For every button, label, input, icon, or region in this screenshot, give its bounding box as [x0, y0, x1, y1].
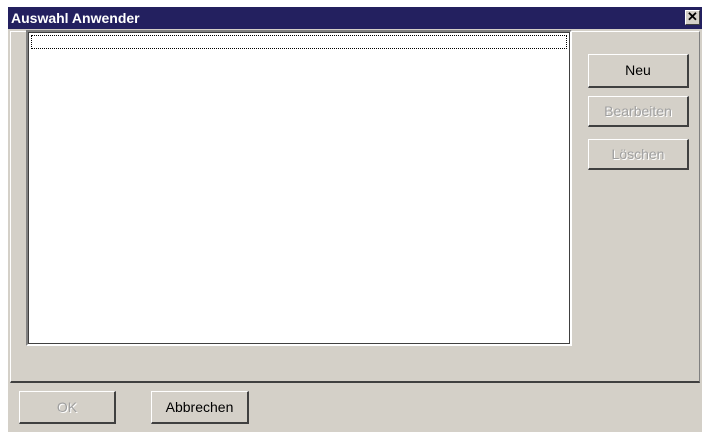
- close-icon[interactable]: ✕: [685, 10, 700, 25]
- close-glyph: ✕: [687, 9, 698, 24]
- cancel-button[interactable]: Abbrechen: [151, 391, 249, 424]
- new-button-label: Neu: [625, 62, 651, 78]
- new-button[interactable]: Neu: [588, 54, 689, 88]
- user-selection-dialog: Auswahl Anwender ✕ Neu Bearbeiten Lösche…: [8, 7, 702, 432]
- edit-button[interactable]: Bearbeiten: [588, 96, 689, 127]
- cancel-button-label: Abbrechen: [165, 399, 234, 415]
- ok-button[interactable]: OK: [19, 391, 116, 424]
- window-title: Auswahl Anwender: [11, 10, 140, 26]
- ok-button-label: OK: [56, 399, 78, 415]
- delete-button[interactable]: Löschen: [588, 139, 689, 170]
- focus-row[interactable]: [31, 35, 567, 49]
- delete-button-label: Löschen: [611, 146, 665, 162]
- edit-button-label: Bearbeiten: [604, 103, 672, 119]
- user-listbox[interactable]: [26, 30, 572, 346]
- title-bar[interactable]: Auswahl Anwender ✕: [8, 7, 702, 29]
